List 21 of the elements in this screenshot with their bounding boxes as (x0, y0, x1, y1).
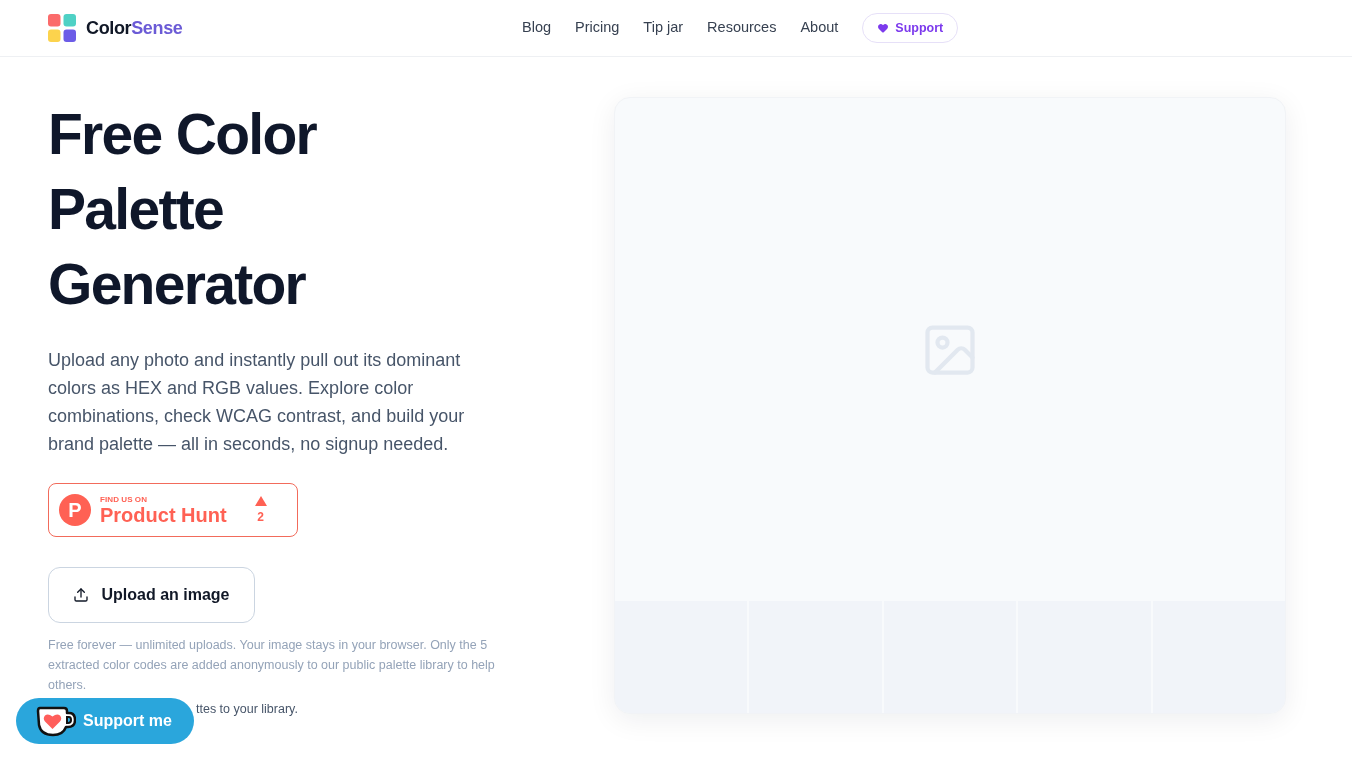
upload-icon (73, 587, 90, 603)
nav-link[interactable]: Resources (695, 17, 789, 39)
triangle-icon (254, 496, 267, 506)
intro-paragraph: Upload any photo and instantly pull out its dominant colors as HEX and RGB values. Explore color combinations, check WCAG contrast, and build your brand palette — all in seconds, no signup needed. (48, 349, 466, 456)
nav-link[interactable]: Blog (510, 17, 564, 39)
nav-link[interactable]: About (788, 17, 851, 39)
vote-count: 2 (257, 510, 264, 524)
nav-link[interactable]: Pricing (563, 17, 632, 39)
library-note: ttes to your library. (196, 701, 299, 718)
privacy-note: Free forever — unlimited uploads. Your image stays in your browser. Only the 5 extracted color codes are added anonymously to our public palette library to help others. (48, 637, 496, 694)
badge-caption: FIND US ON (100, 494, 149, 504)
nav-link[interactable]: Tip jar (631, 17, 696, 39)
support-button[interactable]: Support (862, 13, 959, 43)
circle-logo: P (59, 494, 91, 526)
cup-icon (36, 705, 76, 737)
badge-title: Product Hunt (100, 503, 227, 526)
logo-text[interactable]: ColorSense (86, 14, 183, 42)
upload-button[interactable]: Upload an image (48, 567, 255, 623)
heart-icon (877, 22, 890, 34)
logo-icon (48, 14, 76, 42)
page-title: Free Color Palette Generator (48, 101, 318, 318)
